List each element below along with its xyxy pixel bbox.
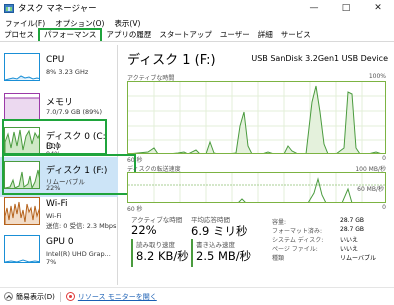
sidebar-item-usage: 7% [46, 258, 57, 266]
capacity-key: 容量: [272, 219, 287, 226]
sidebar-item-type: Intel(R) UHD Grap... [46, 250, 111, 258]
tab-processes[interactable]: プロセス [0, 29, 38, 41]
type-key: 種類 [272, 255, 285, 262]
sidebar-item-name: Wi-Fi [46, 199, 68, 209]
tab-services[interactable]: サービス [277, 29, 315, 41]
sidebar-item-detail: 8% 3.23 GHz [46, 68, 89, 76]
device-name: USB SanDisk 3.2Gen1 USB Device [251, 54, 388, 63]
task-manager-icon [4, 3, 14, 13]
tab-bar: プロセス パフォーマンス アプリの履歴 スタートアップ ユーザー 詳細 サービス [0, 28, 394, 42]
title-bar: タスク マネージャー — □ ✕ [0, 0, 394, 16]
type-value: リムーバブル [340, 255, 376, 262]
page-title: ディスク 1 (F:) [127, 53, 216, 68]
tab-details[interactable]: 詳細 [254, 29, 277, 41]
disk1-mini-graph [4, 161, 40, 189]
active-time-value: 22% [131, 223, 157, 237]
memory-mini-graph [4, 93, 40, 121]
fewer-details-link[interactable]: 簡易表示(D) [16, 292, 55, 302]
sidebar-item-gpu[interactable]: GPU 0 Intel(R) UHD Grap... 7% [0, 231, 118, 271]
sidebar-item-type: HDD [46, 142, 61, 150]
read-speed-value: 8.2 KB/秒 [136, 249, 189, 263]
sidebar-item-name: ディスク 1 (F:) [46, 166, 108, 176]
maximize-button[interactable]: □ [330, 0, 362, 16]
capacity-value: 28.7 GB [340, 217, 365, 224]
window-title: タスク マネージャー [18, 4, 97, 14]
sidebar-item-name: GPU 0 [46, 237, 74, 247]
sidebar-item-disk1[interactable]: ディスク 1 (F:) リムーバブル 22% [0, 157, 118, 197]
active-time-graph-span: 60 秒 [127, 157, 143, 164]
read-speed-bar [131, 239, 133, 267]
sidebar-item-detail: 7.0/7.9 GB (89%) [46, 108, 103, 116]
tab-users[interactable]: ユーザー [216, 29, 254, 41]
chevron-up-icon[interactable] [4, 292, 13, 301]
disk0-mini-graph [4, 127, 40, 155]
write-speed-value: 2.5 MB/秒 [196, 249, 252, 263]
transfer-graph-span: 60 秒 [127, 206, 143, 213]
window-controls: — □ ✕ [298, 0, 394, 16]
write-speed-bar [191, 239, 193, 267]
minimize-button[interactable]: — [298, 0, 330, 16]
formatted-key: フォーマット済み: [272, 228, 323, 235]
gpu-mini-graph [4, 235, 40, 263]
tab-performance[interactable]: パフォーマンス [38, 28, 103, 41]
response-time-value: 6.9 ミリ秒 [191, 224, 248, 238]
transfer-rate-graph [127, 172, 386, 203]
menu-view[interactable]: 表示(V) [109, 18, 145, 29]
close-button[interactable]: ✕ [362, 0, 394, 16]
sidebar-item-type: Wi-Fi [46, 212, 62, 220]
sidebar-item-wifi[interactable]: Wi-Fi Wi-Fi 送信: 0 受信: 2.3 Mbps [0, 193, 118, 233]
sidebar-item-cpu[interactable]: CPU 8% 3.23 GHz [0, 49, 118, 89]
transfer-graph-mid: 60 MB/秒 [357, 186, 384, 193]
active-time-graph-max: 100% [368, 73, 386, 80]
resource-monitor-icon [65, 292, 75, 301]
tab-startup[interactable]: スタートアップ [155, 29, 216, 41]
footer-bar: 簡易表示(D) リソース モニターを開く [0, 287, 394, 305]
disk-detail-panel: ディスク 1 (F:) USB SanDisk 3.2Gen1 USB Devi… [119, 45, 394, 285]
wifi-mini-graph [4, 197, 40, 225]
tab-app-history[interactable]: アプリの履歴 [102, 29, 155, 41]
cpu-mini-graph [4, 53, 40, 81]
page-file-key: ページ ファイル: [272, 246, 318, 253]
menu-options[interactable]: オプション(O) [50, 18, 109, 29]
formatted-value: 28.7 GB [340, 226, 365, 233]
menu-file[interactable]: ファイル(F) [0, 18, 50, 29]
page-file-value: いいえ [340, 246, 359, 253]
sidebar-item-usage: 22% [46, 184, 61, 192]
active-time-graph [127, 81, 386, 154]
sidebar-item-name: CPU [46, 55, 65, 65]
transfer-graph-min: 0 [382, 204, 386, 211]
footer-divider [59, 291, 61, 302]
open-resource-monitor-link[interactable]: リソース モニターを開く [78, 292, 157, 302]
system-disk-value: いいえ [340, 237, 359, 244]
resource-sidebar: CPU 8% 3.23 GHz メモリ 7.0/7.9 GB (89%) ディス… [0, 45, 136, 285]
system-disk-key: システム ディスク: [272, 237, 324, 244]
sidebar-item-throughput: 送信: 0 受信: 2.3 Mbps [46, 222, 117, 230]
active-time-graph-min: 0 [382, 155, 386, 162]
sidebar-item-name: メモリ [46, 98, 74, 108]
